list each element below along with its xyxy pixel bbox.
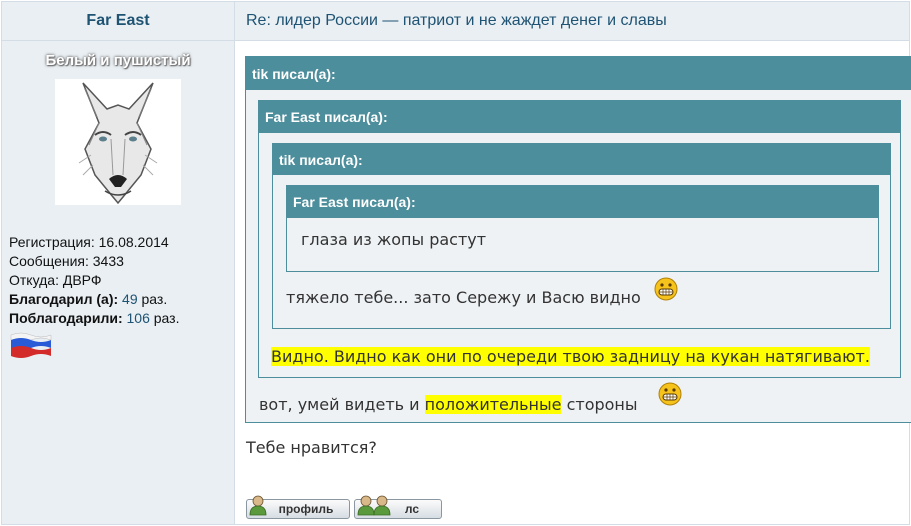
- profile-button[interactable]: профиль: [246, 495, 350, 519]
- grinning-smiley-icon: [658, 382, 682, 406]
- quote-block-2: Far East писал(а): tik писал(а): Far Eas…: [258, 100, 901, 378]
- highlighted-quote-text-2: Видно. Видно как они по очереди твою зад…: [271, 347, 870, 366]
- grinning-smiley-icon: [654, 277, 678, 301]
- thanked-row: Благодарил (а): 49 раз.: [9, 290, 179, 309]
- private-message-button-label: лс: [404, 502, 420, 516]
- user-icon: [249, 495, 267, 516]
- quote-header-2: Far East писал(а):: [259, 101, 900, 133]
- quote-text-4: глаза из жопы растут: [301, 230, 487, 249]
- quote-text-1-after: стороны: [566, 395, 638, 414]
- quote-text-2: Видно. Видно как они по очереди твою зад…: [271, 347, 870, 366]
- author-name[interactable]: Far East: [2, 2, 235, 41]
- quote-text-3: тяжело тебе... зато Сережу и Васю видно: [286, 288, 641, 307]
- thanks-received-row: Поблагодарили: 106 раз.: [9, 309, 179, 328]
- quote-header-1: tik писал(а):: [246, 57, 911, 90]
- thanks-received-suffix: раз.: [153, 310, 180, 326]
- message-count: Сообщения: 3433: [9, 253, 124, 269]
- users-icon: [357, 495, 391, 516]
- russia-flag-icon: [9, 331, 52, 359]
- quote-block-4: Far East писал(а): глаза из жопы растут: [286, 185, 879, 272]
- quote-text-1-highlight: положительные: [424, 395, 562, 414]
- post-body: tik писал(а): Far East писал(а): tik пис…: [235, 41, 911, 524]
- quote-header-4: Far East писал(а):: [287, 186, 878, 218]
- thanks-received-label: Поблагодарили:: [9, 310, 123, 326]
- reply-text: Тебе нравится?: [246, 438, 377, 457]
- registration-date: Регистрация: 16.08.2014: [9, 234, 169, 250]
- quote-header-3: tik писал(а):: [273, 144, 890, 175]
- author-location: Откуда: ДВРФ: [9, 272, 102, 288]
- forum-post-table: Far East Re: лидер России — патриот и не…: [1, 1, 911, 525]
- post-subject[interactable]: Re: лидер России — патриот и не жаждет д…: [235, 2, 909, 41]
- thanked-suffix: раз.: [141, 291, 168, 307]
- quote-block-1: tik писал(а): Far East писал(а): tik пис…: [245, 56, 911, 423]
- thanked-label: Благодарил (а):: [9, 291, 119, 307]
- quote-block-3: tik писал(а): Far East писал(а): глаза и…: [272, 143, 891, 329]
- quote-text-1-before: вот, умей видеть и: [259, 395, 420, 414]
- private-message-button[interactable]: лс: [354, 495, 442, 519]
- wolf-avatar: [55, 79, 181, 205]
- author-info: Регистрация: 16.08.2014 Сообщения: 3433 …: [9, 233, 179, 328]
- author-profile-column: Белый и пушистый Регистрация: 16.08.2014…: [2, 41, 235, 524]
- author-rank: Белый и пушистый: [45, 52, 191, 69]
- profile-button-label: профиль: [278, 502, 334, 516]
- quote-text-1: вот, умей видеть и положительные стороны: [259, 395, 638, 414]
- thanked-count-link[interactable]: 49: [122, 291, 138, 307]
- thanks-received-count-link[interactable]: 106: [127, 310, 150, 326]
